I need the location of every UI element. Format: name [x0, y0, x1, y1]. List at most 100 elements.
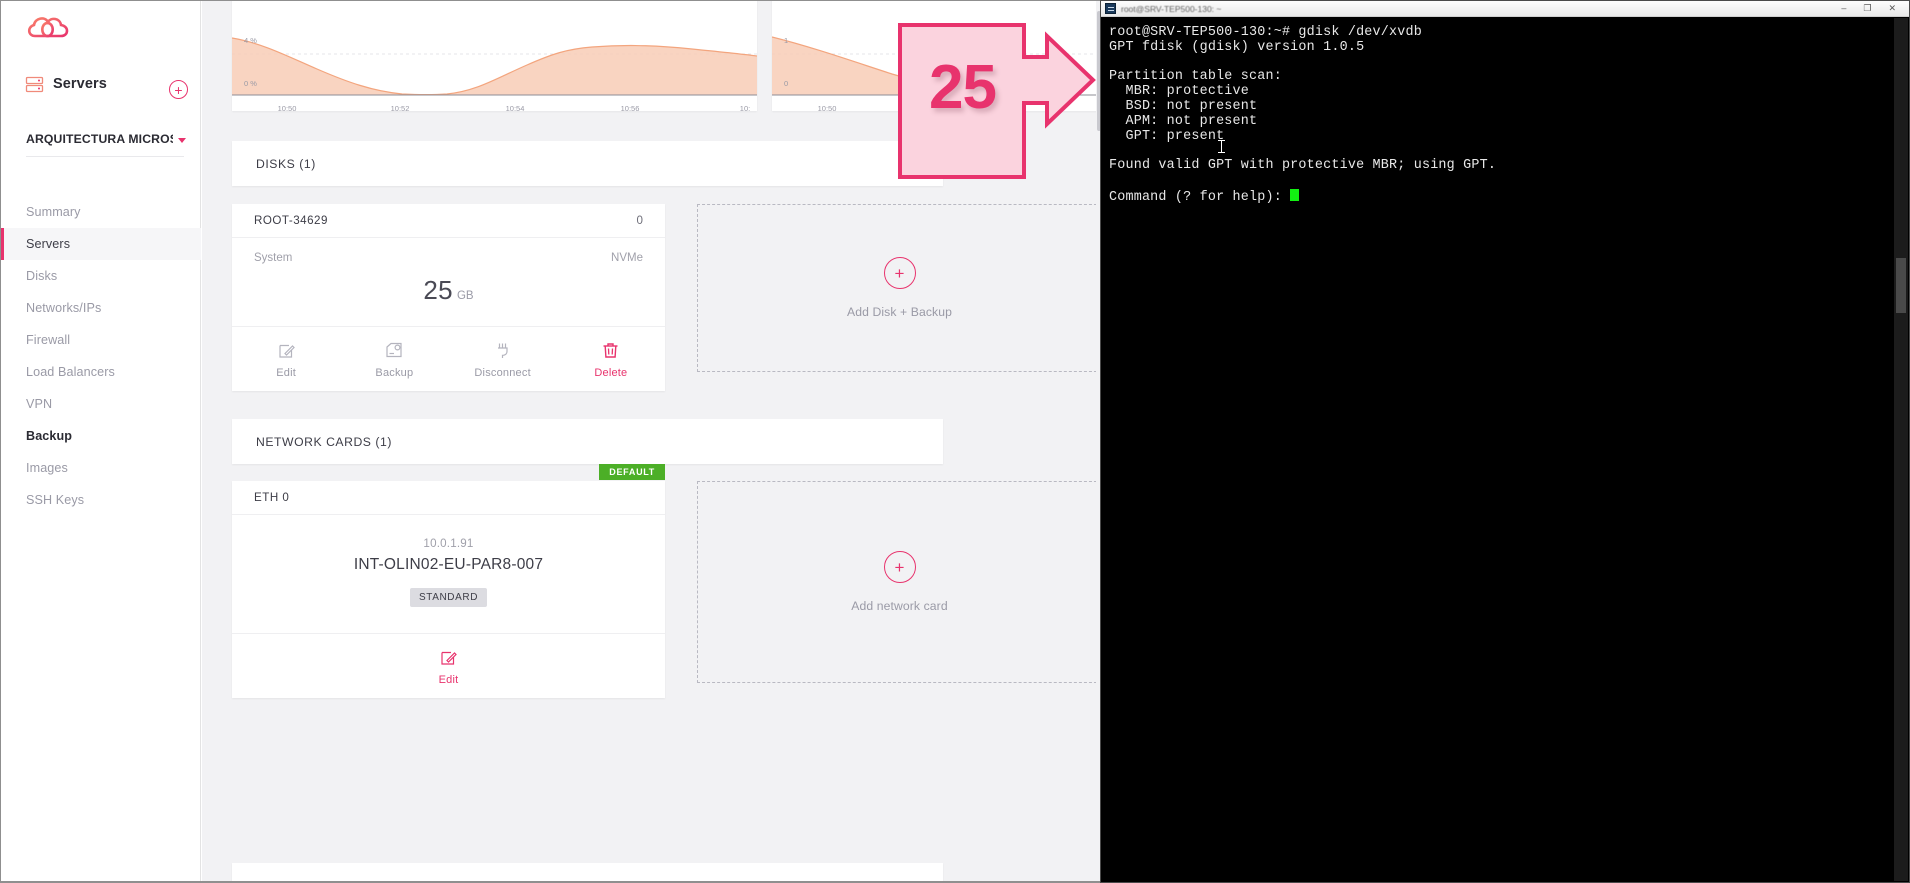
network-section-title: NETWORK CARDS (1)	[256, 434, 392, 449]
terminal-output[interactable]: root@SRV-TEP500-130:~# gdisk /dev/xvdb GP…	[1101, 18, 1909, 882]
sidebar-item-summary[interactable]: Summary	[1, 196, 201, 228]
disk-backup-label: Backup	[375, 367, 414, 379]
sidebar-item-servers[interactable]: Servers	[1, 228, 201, 260]
status-badge: DEFAULT	[599, 464, 665, 480]
sidebar-item-disks[interactable]: Disks	[1, 260, 201, 292]
terminal-title-bar[interactable]: root@SRV-TEP500-130: ~ – ❐ ✕	[1101, 1, 1909, 17]
disk-media-label: NVMe	[611, 252, 643, 264]
svg-text:10:52: 10:52	[391, 104, 410, 111]
terminal-icon	[1105, 3, 1116, 14]
disks-section-title: DISKS (1)	[256, 156, 316, 171]
sidebar-item-label: SSH Keys	[26, 493, 85, 507]
disk-name: ROOT-34629	[254, 214, 328, 227]
disks-section-header: DISKS (1)	[232, 141, 943, 186]
sidebar-item-firewall[interactable]: Firewall	[1, 324, 201, 356]
sidebar-item-load-balancers[interactable]: Load Balancers	[1, 356, 201, 388]
disk-card: ROOT-34629 0 System NVMe 25 GB Edit Back…	[232, 204, 665, 391]
disk-meta-row: System NVMe	[254, 252, 643, 264]
nic-edit-label: Edit	[438, 674, 459, 686]
disk-size-value: 25	[423, 275, 453, 305]
disk-type-label: System	[254, 252, 293, 264]
disk-disconnect-action[interactable]: Disconnect	[449, 341, 557, 379]
add-network-card-placeholder[interactable]: + Add network card	[697, 481, 1102, 683]
terminal-scrollbar-thumb[interactable]	[1896, 258, 1906, 313]
next-section-card	[232, 863, 943, 882]
right-arrow-callout-icon	[898, 23, 1096, 179]
terminal-cursor	[1290, 188, 1300, 201]
nic-edit-action[interactable]: Edit	[232, 648, 665, 686]
terminal-line: GPT: present	[1109, 128, 1225, 144]
sidebar-item-label: Networks/IPs	[26, 301, 102, 315]
disk-delete-action[interactable]: Delete	[557, 341, 665, 379]
terminal-line: Command (? for help):	[1109, 188, 1901, 206]
svg-text:10:: 10:	[740, 104, 750, 111]
network-card-header: ETH 0	[232, 481, 665, 515]
sidebar-item-vpn[interactable]: VPN	[1, 388, 201, 420]
minimize-button[interactable]: –	[1841, 4, 1846, 13]
network-card-body: 10.0.1.91 INT-OLIN02-EU-PAR8-007 STANDAR…	[232, 515, 665, 633]
cpu-usage-chart-card: 4 % 0 % 10:50 10:52 10:54 10:56 10:	[232, 1, 757, 111]
terminal-line: Found valid GPT with protective MBR; usi…	[1109, 158, 1497, 174]
terminal-line: GPT fdisk (gdisk) version 1.0.5	[1109, 39, 1365, 55]
disk-card-header: ROOT-34629 0	[232, 204, 665, 238]
cpu-usage-chart: 4 % 0 % 10:50 10:52 10:54 10:56 10:	[232, 36, 757, 111]
terminal-window: root@SRV-TEP500-130: ~ – ❐ ✕ root@SRV-TE…	[1100, 0, 1910, 883]
edit-pencil-icon	[439, 648, 458, 667]
maximize-button[interactable]: ❐	[1863, 4, 1871, 13]
svg-text:10:50: 10:50	[278, 104, 297, 111]
add-network-card-label: Add network card	[851, 599, 948, 613]
add-disk-placeholder[interactable]: + Add Disk + Backup	[697, 204, 1102, 372]
sidebar-item-backup[interactable]: Backup	[1, 420, 201, 452]
terminal-title-text: root@SRV-TEP500-130: ~	[1121, 3, 1222, 14]
disk-size: 25 GB	[254, 275, 643, 306]
project-selector[interactable]: ARQUITECTURA MICROS...	[26, 132, 186, 146]
add-disk-label: Add Disk + Backup	[846, 305, 952, 319]
sidebar-item-images[interactable]: Images	[1, 452, 201, 484]
svg-text:10:56: 10:56	[621, 104, 640, 111]
terminal-scrollbar[interactable]	[1894, 18, 1908, 881]
network-card-network-name: INT-OLIN02-EU-PAR8-007	[353, 556, 544, 573]
sidebar-item-label: Servers	[26, 237, 71, 251]
close-button[interactable]: ✕	[1888, 4, 1896, 13]
disk-actions-bar: Edit Backup Disconnect Delete	[232, 326, 665, 391]
disks-row: ROOT-34629 0 System NVMe 25 GB Edit Back…	[232, 204, 1102, 391]
svg-text:0 %: 0 %	[244, 79, 257, 88]
sidebar-nav-list: Summary Servers Disks Networks/IPs Firewall L…	[1, 196, 201, 516]
disk-disconnect-label: Disconnect	[474, 367, 531, 379]
sidebar-item-ssh-keys[interactable]: SSH Keys	[1, 484, 201, 516]
network-section-header: NETWORK CARDS (1)	[232, 419, 943, 464]
annotation-callout: 25	[897, 22, 1097, 180]
text-cursor-ibeam	[1218, 140, 1225, 153]
svg-text:10:50: 10:50	[818, 104, 837, 111]
trash-icon	[601, 341, 620, 360]
terminal-line: MBR: protective	[1109, 84, 1250, 100]
disk-card-body: System NVMe 25 GB	[232, 238, 665, 326]
sidebar-item-label: Load Balancers	[26, 365, 115, 379]
sidebar-item-label: Backup	[26, 429, 73, 443]
project-divider	[26, 156, 184, 157]
network-card-chip: STANDARD	[409, 588, 488, 607]
terminal-line: BSD: not present	[1109, 98, 1258, 114]
plus-icon: +	[883, 257, 916, 289]
disk-backup-action[interactable]: Backup	[340, 341, 448, 379]
disk-edit-label: Edit	[276, 367, 296, 379]
sidebar-item-label: Firewall	[26, 333, 71, 347]
add-server-button[interactable]: +	[169, 80, 188, 99]
network-card-name: ETH 0	[254, 491, 290, 504]
plus-icon: +	[883, 551, 916, 583]
disk-edit-action[interactable]: Edit	[232, 341, 340, 379]
sidebar-servers-heading[interactable]: Servers	[25, 71, 185, 97]
sidebar-item-label: Summary	[26, 205, 81, 219]
disk-count: 0	[636, 214, 643, 227]
backup-disk-icon	[385, 341, 404, 360]
project-name: ARQUITECTURA MICROS...	[26, 132, 173, 146]
annotation-number: 25	[929, 53, 997, 122]
terminal-line: APM: not present	[1109, 113, 1258, 129]
terminal-line: root@SRV-TEP500-130:~# gdisk /dev/xvdb	[1109, 25, 1422, 40]
sidebar: Servers + ARQUITECTURA MICROS... Summary…	[1, 1, 201, 882]
cloud-logo-icon[interactable]	[25, 13, 75, 47]
sidebar-item-networks-ips[interactable]: Networks/IPs	[1, 292, 201, 324]
